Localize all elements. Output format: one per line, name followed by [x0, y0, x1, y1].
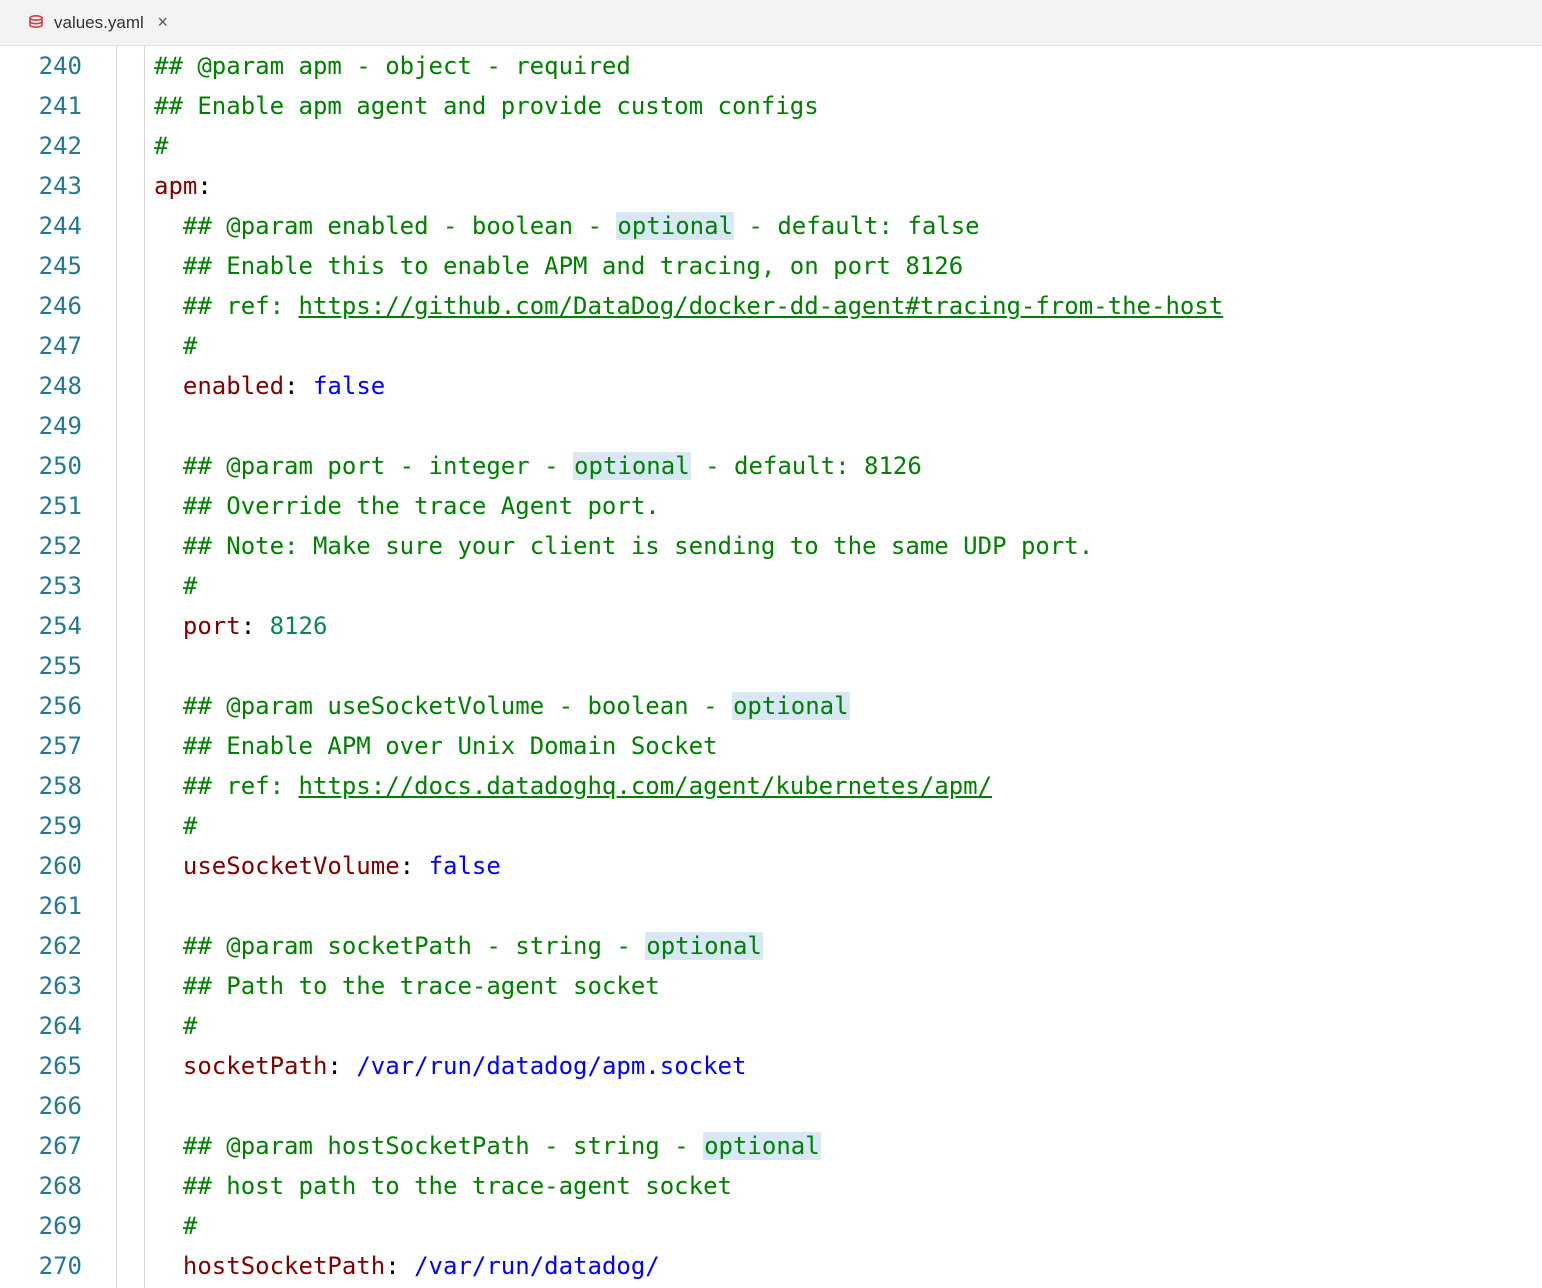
line-number: 268: [0, 1166, 82, 1206]
code-line: hostSocketPath: /var/run/datadog/: [154, 1246, 1542, 1286]
yaml-file-icon: [26, 13, 46, 33]
indent-guides: [106, 46, 154, 1288]
tab-bar: values.yaml ×: [0, 0, 1542, 46]
line-number: 251: [0, 486, 82, 526]
line-number: 257: [0, 726, 82, 766]
line-number: 240: [0, 46, 82, 86]
line-number: 248: [0, 366, 82, 406]
code-line: ## Enable apm agent and provide custom c…: [154, 86, 1542, 126]
line-number: 266: [0, 1086, 82, 1126]
code-line: #: [154, 566, 1542, 606]
code-line: [154, 1086, 1542, 1126]
code-line: ## Override the trace Agent port.: [154, 486, 1542, 526]
line-number: 269: [0, 1206, 82, 1246]
code-line: socketPath: /var/run/datadog/apm.socket: [154, 1046, 1542, 1086]
code-line: #: [154, 1206, 1542, 1246]
code-editor[interactable]: 2402412422432442452462472482492502512522…: [0, 46, 1542, 1288]
line-number: 243: [0, 166, 82, 206]
line-number: 258: [0, 766, 82, 806]
line-number: 249: [0, 406, 82, 446]
line-number: 244: [0, 206, 82, 246]
code-line: enabled: false: [154, 366, 1542, 406]
code-content[interactable]: ## @param apm - object - required## Enab…: [154, 46, 1542, 1288]
line-number: 253: [0, 566, 82, 606]
line-number: 241: [0, 86, 82, 126]
line-number: 247: [0, 326, 82, 366]
tab-close-button[interactable]: ×: [154, 14, 172, 32]
line-number: 256: [0, 686, 82, 726]
code-line: ## Enable APM over Unix Domain Socket: [154, 726, 1542, 766]
line-number: 246: [0, 286, 82, 326]
code-line: ## @param enabled - boolean - optional -…: [154, 206, 1542, 246]
code-line: [154, 886, 1542, 926]
code-line: #: [154, 806, 1542, 846]
line-number: 265: [0, 1046, 82, 1086]
code-line: ## @param useSocketVolume - boolean - op…: [154, 686, 1542, 726]
code-line: ## @param socketPath - string - optional: [154, 926, 1542, 966]
code-line: port: 8126: [154, 606, 1542, 646]
code-line: #: [154, 1006, 1542, 1046]
code-line: ## @param apm - object - required: [154, 46, 1542, 86]
line-number: 267: [0, 1126, 82, 1166]
code-line: ## Enable this to enable APM and tracing…: [154, 246, 1542, 286]
line-number: 262: [0, 926, 82, 966]
line-number: 245: [0, 246, 82, 286]
code-line: useSocketVolume: false: [154, 846, 1542, 886]
code-line: [154, 646, 1542, 686]
code-line: #: [154, 326, 1542, 366]
code-line: ## ref: https://docs.datadoghq.com/agent…: [154, 766, 1542, 806]
line-number-gutter: 2402412422432442452462472482492502512522…: [0, 46, 106, 1288]
line-number: 263: [0, 966, 82, 1006]
code-line: apm:: [154, 166, 1542, 206]
line-number: 255: [0, 646, 82, 686]
code-line: ## @param hostSocketPath - string - opti…: [154, 1126, 1542, 1166]
tab-values-yaml[interactable]: values.yaml ×: [14, 0, 184, 45]
line-number: 259: [0, 806, 82, 846]
code-line: [154, 406, 1542, 446]
tab-filename: values.yaml: [54, 13, 144, 33]
line-number: 270: [0, 1246, 82, 1286]
line-number: 250: [0, 446, 82, 486]
line-number: 264: [0, 1006, 82, 1046]
code-line: ## Note: Make sure your client is sendin…: [154, 526, 1542, 566]
code-line: ## Path to the trace-agent socket: [154, 966, 1542, 1006]
line-number: 260: [0, 846, 82, 886]
line-number: 254: [0, 606, 82, 646]
code-line: #: [154, 126, 1542, 166]
line-number: 261: [0, 886, 82, 926]
line-number: 252: [0, 526, 82, 566]
code-line: ## @param port - integer - optional - de…: [154, 446, 1542, 486]
line-number: 242: [0, 126, 82, 166]
code-line: ## host path to the trace-agent socket: [154, 1166, 1542, 1206]
code-line: ## ref: https://github.com/DataDog/docke…: [154, 286, 1542, 326]
